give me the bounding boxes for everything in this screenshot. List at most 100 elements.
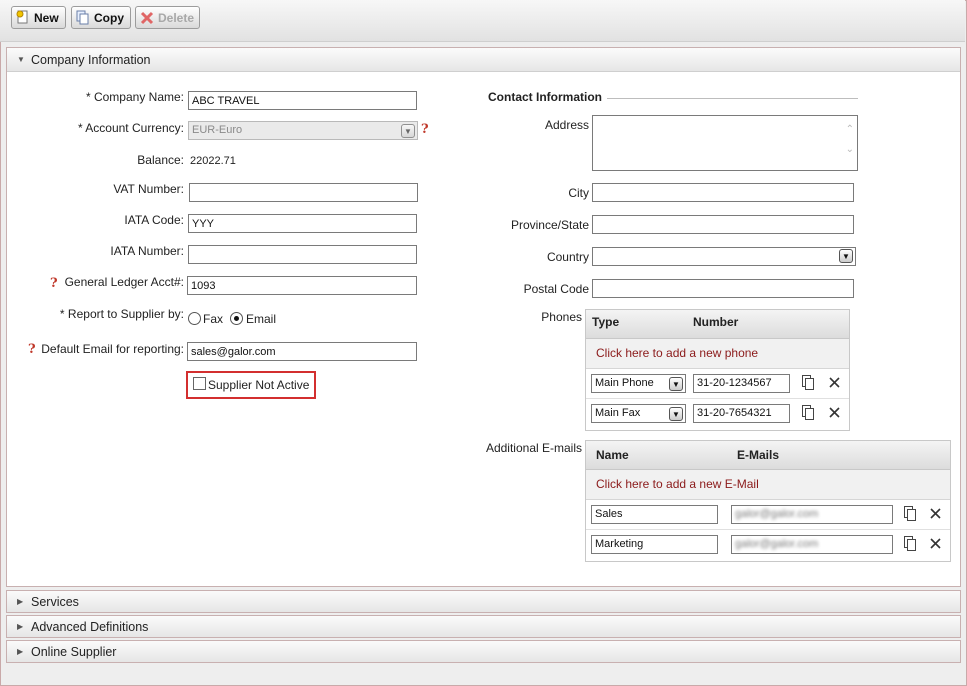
email-address-input[interactable]: galor@galor.com	[731, 505, 893, 524]
delete-button[interactable]: Delete	[135, 6, 200, 29]
add-phone-link[interactable]: Click here to add a new phone	[586, 339, 849, 369]
iata-number-input[interactable]	[188, 245, 417, 264]
province-input[interactable]	[592, 215, 854, 234]
additional-emails-label: Additional E-mails	[485, 441, 582, 455]
new-label: New	[34, 10, 59, 25]
fax-radio-label: Fax	[203, 312, 224, 326]
company-name-label: * Company Name:	[85, 90, 184, 104]
email-address-value: galor@galor.com	[735, 508, 819, 520]
delete-label: Delete	[158, 10, 195, 25]
advanced-definitions-header[interactable]: ▶ Advanced Definitions	[7, 616, 960, 637]
help-icon[interactable]: ?	[50, 276, 58, 291]
iata-number-label: IATA Number:	[110, 244, 184, 258]
account-currency-select[interactable]: EUR-Euro	[188, 121, 418, 140]
phone-number-value: 31-20-1234567	[697, 377, 772, 389]
general-ledger-input[interactable]	[187, 276, 417, 295]
country-dropdown-icon[interactable]: ▼	[839, 249, 853, 263]
email-radio-label: Email	[246, 312, 277, 326]
email-name-input[interactable]: Sales	[591, 505, 718, 524]
province-label: Province/State	[510, 218, 589, 232]
phone-number-input[interactable]: 31-20-1234567	[693, 374, 790, 393]
services-header[interactable]: ▶ Services	[7, 591, 960, 612]
emails-grid: Name E-Mails Click here to add a new E-M…	[585, 440, 951, 562]
contact-information-title: Contact Information	[488, 90, 602, 104]
address-label: Address	[544, 118, 589, 132]
phone-row: Main Phone ▼ 31-20-1234567	[586, 369, 849, 399]
copy-button[interactable]: Copy	[71, 6, 131, 29]
default-email-input[interactable]	[187, 342, 417, 361]
copy-row-icon[interactable]	[904, 506, 916, 521]
copy-icon	[76, 10, 90, 25]
country-select[interactable]	[592, 247, 856, 266]
copy-label: Copy	[94, 10, 124, 25]
new-icon	[16, 10, 30, 25]
delete-row-icon[interactable]	[929, 507, 942, 520]
emails-col-name: Name	[596, 448, 629, 462]
vat-number-label: VAT Number:	[113, 182, 184, 196]
general-ledger-label: General Ledger Acct#:	[64, 275, 184, 289]
copy-row-icon[interactable]	[904, 536, 916, 551]
phone-type-dropdown-icon[interactable]: ▼	[669, 407, 683, 421]
online-supplier-section[interactable]: ▶ Online Supplier	[6, 640, 961, 663]
default-email-label: Default Email for reporting:	[41, 342, 184, 356]
collapsed-triangle-icon: ▶	[17, 647, 24, 656]
phone-type-dropdown-icon[interactable]: ▼	[669, 377, 683, 391]
phone-number-value: 31-20-7654321	[697, 407, 772, 419]
add-phone-text: Click here to add a new phone	[596, 346, 759, 360]
scroll-up-icon[interactable]: ⌃	[846, 124, 854, 135]
contact-divider	[607, 98, 858, 99]
phones-col-type: Type	[592, 315, 620, 329]
new-button[interactable]: New	[11, 6, 66, 29]
copy-row-icon[interactable]	[802, 375, 814, 390]
country-label: Country	[546, 250, 589, 264]
city-input[interactable]	[592, 183, 854, 202]
fax-radio[interactable]	[188, 312, 201, 325]
services-section[interactable]: ▶ Services	[6, 590, 961, 613]
phone-type-value: Main Fax	[595, 407, 641, 419]
online-supplier-title: Online Supplier	[31, 644, 117, 659]
currency-dropdown-icon[interactable]: ▼	[401, 124, 415, 138]
delete-row-icon[interactable]	[828, 406, 841, 419]
emails-grid-header: Name E-Mails	[586, 441, 950, 470]
email-radio[interactable]	[230, 312, 243, 325]
email-name-input[interactable]: Marketing	[591, 535, 718, 554]
email-row: Marketing galor@galor.com	[586, 530, 950, 560]
report-to-supplier-label: * Report to Supplier by:	[59, 307, 184, 321]
account-currency-value: EUR-Euro	[192, 124, 243, 136]
phones-grid-header: Type Number	[586, 310, 849, 339]
delete-row-icon[interactable]	[828, 376, 841, 389]
company-information-header[interactable]: ▼ Company Information	[7, 48, 960, 72]
address-textarea[interactable]: ⌃ ⌄	[592, 115, 858, 171]
company-name-input[interactable]	[188, 91, 417, 110]
online-supplier-header[interactable]: ▶ Online Supplier	[7, 641, 960, 662]
phones-grid: Type Number Click here to add a new phon…	[585, 309, 850, 431]
add-email-text: Click here to add a new E-Mail	[596, 477, 759, 491]
supplier-not-active-label: Supplier Not Active	[208, 378, 310, 392]
help-icon[interactable]: ?	[421, 122, 429, 137]
scroll-down-icon[interactable]: ⌄	[846, 144, 854, 155]
collapsed-triangle-icon: ▶	[17, 597, 24, 606]
advanced-definitions-title: Advanced Definitions	[31, 619, 149, 634]
vat-number-input[interactable]	[189, 183, 418, 202]
supplier-not-active-checkbox[interactable]	[193, 377, 206, 390]
help-icon[interactable]: ?	[28, 342, 36, 357]
city-label: City	[568, 186, 589, 200]
services-title: Services	[31, 594, 79, 609]
collapsed-triangle-icon: ▶	[17, 622, 24, 631]
phone-row: Main Fax ▼ 31-20-7654321	[586, 399, 849, 429]
copy-row-icon[interactable]	[802, 405, 814, 420]
iata-code-input[interactable]	[188, 214, 417, 233]
add-email-link[interactable]: Click here to add a new E-Mail	[586, 470, 950, 500]
delete-row-icon[interactable]	[929, 537, 942, 550]
postal-code-input[interactable]	[592, 279, 854, 298]
phone-type-value: Main Phone	[595, 377, 654, 389]
iata-code-label: IATA Code:	[124, 213, 184, 227]
advanced-definitions-section[interactable]: ▶ Advanced Definitions	[6, 615, 961, 638]
expanded-triangle-icon: ▼	[17, 55, 25, 64]
email-address-input[interactable]: galor@galor.com	[731, 535, 893, 554]
phone-number-input[interactable]: 31-20-7654321	[693, 404, 790, 423]
company-information-title: Company Information	[31, 52, 151, 67]
balance-value: 22022.71	[190, 155, 236, 167]
balance-label: Balance:	[137, 153, 184, 167]
delete-icon	[140, 10, 154, 25]
